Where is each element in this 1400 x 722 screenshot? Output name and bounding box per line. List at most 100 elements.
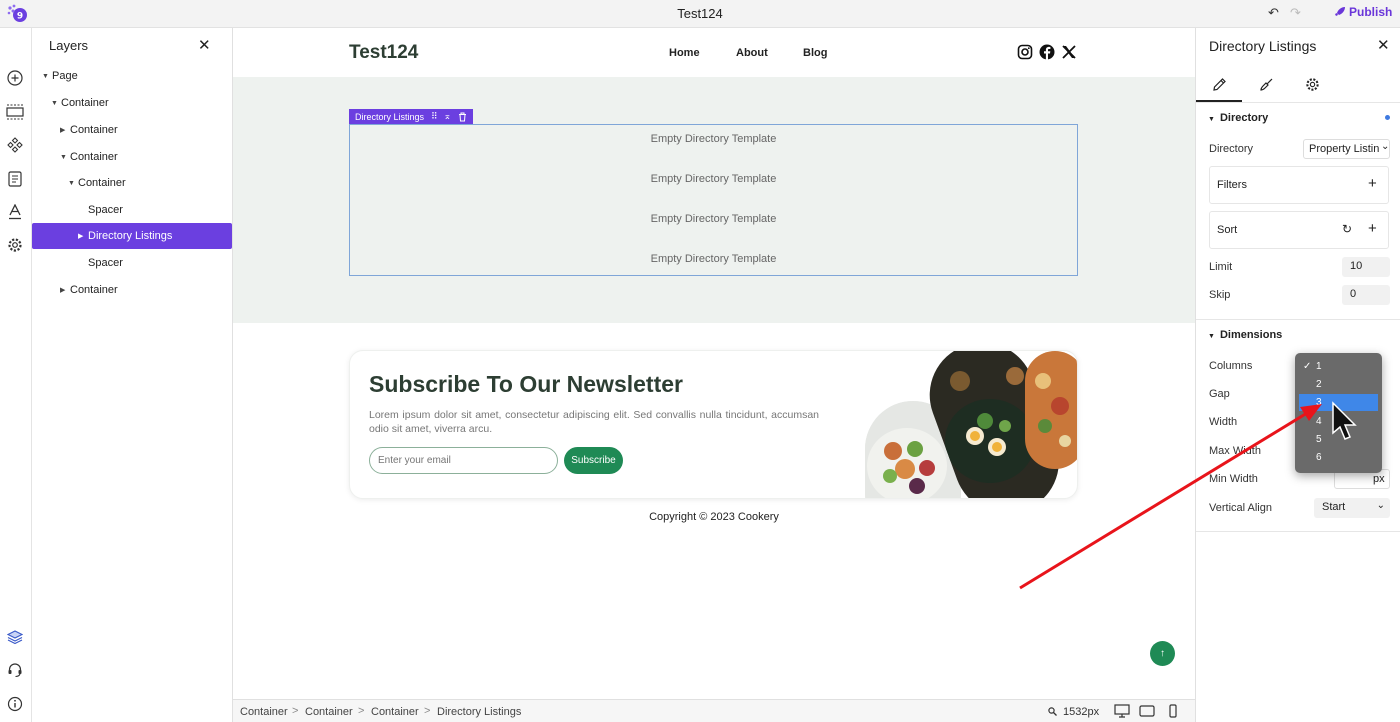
option-label: 5: [1316, 434, 1322, 445]
layer-container[interactable]: ▶ Container: [60, 117, 232, 143]
tab-edit[interactable]: [1209, 74, 1229, 94]
nav-blog[interactable]: Blog: [803, 47, 827, 59]
layer-container[interactable]: ▼ Container: [60, 144, 232, 170]
vertical-align-select[interactable]: Start ⌄: [1314, 498, 1390, 518]
subscribe-button[interactable]: Subscribe: [564, 447, 623, 474]
vertical-align-value: Start: [1322, 501, 1346, 513]
layer-label: Spacer: [88, 257, 123, 269]
selected-element-label[interactable]: Directory Listings ⠿ ⌅: [349, 109, 474, 124]
chevron-down-icon[interactable]: ▼: [60, 154, 70, 161]
gap-label: Gap: [1209, 388, 1230, 400]
redo-icon[interactable]: ↷: [1290, 5, 1301, 21]
width-label: Width: [1209, 416, 1238, 428]
mobile-icon[interactable]: [1165, 704, 1181, 718]
editor-canvas[interactable]: Test124 Home About Blog Directory Listin…: [233, 28, 1195, 697]
status-bar: Container > Container > Container > Dire…: [233, 699, 1195, 722]
section-icon[interactable]: [5, 102, 25, 122]
x-icon[interactable]: [1061, 44, 1077, 60]
undo-icon[interactable]: ↶: [1268, 5, 1279, 21]
layer-container[interactable]: ▼ Container: [51, 90, 232, 116]
directory-select[interactable]: Property Listin: [1303, 139, 1390, 159]
nav-home[interactable]: Home: [669, 47, 700, 59]
columns-option[interactable]: 4: [1299, 413, 1378, 430]
layers-title: Layers: [49, 38, 89, 53]
breadcrumb-item[interactable]: Directory Listings: [437, 706, 521, 718]
email-input[interactable]: [369, 447, 558, 474]
layers-icon[interactable]: [5, 627, 25, 647]
filters-label: Filters: [1217, 179, 1247, 191]
divider: [1196, 531, 1400, 532]
layer-page[interactable]: ▼ Page: [42, 63, 232, 89]
layer-label: Container: [78, 177, 126, 189]
publish-button[interactable]: Publish: [1334, 5, 1392, 19]
skip-input[interactable]: 0: [1342, 285, 1390, 305]
columns-option[interactable]: 5: [1299, 431, 1378, 448]
tab-settings[interactable]: [1302, 74, 1322, 94]
columns-option[interactable]: 2: [1299, 376, 1378, 393]
layer-directory-listings[interactable]: ▶ Directory Listings: [32, 223, 232, 249]
columns-option[interactable]: 6: [1299, 449, 1378, 466]
layer-label: Container: [70, 284, 118, 296]
directory-listings-block[interactable]: Empty Directory Template Empty Directory…: [349, 124, 1078, 276]
chevron-down-icon[interactable]: ▼: [51, 100, 61, 107]
layer-spacer[interactable]: Spacer: [78, 250, 232, 276]
left-rail: [0, 28, 32, 722]
columns-option-highlighted[interactable]: 3: [1299, 394, 1378, 411]
scroll-to-top-button[interactable]: ↑: [1150, 641, 1175, 666]
document-title: Test124: [677, 6, 723, 21]
option-label: 1: [1316, 361, 1322, 372]
copyright-text: Copyright © 2023 Cookery: [649, 511, 779, 523]
publish-label: Publish: [1349, 5, 1393, 19]
section-dimensions[interactable]: ▼ Dimensions: [1208, 329, 1282, 341]
tablet-icon[interactable]: [1139, 704, 1155, 718]
chevron-right-icon[interactable]: ▶: [60, 286, 70, 294]
delete-icon[interactable]: [458, 112, 467, 122]
chevron-down-icon[interactable]: ▼: [42, 73, 52, 80]
columns-dropdown[interactable]: ✓ 1 2 3 4 5 6: [1295, 353, 1382, 473]
max-width-label: Max Width: [1209, 445, 1261, 457]
sort-card[interactable]: Sort ↻ +: [1209, 211, 1389, 249]
tab-style[interactable]: [1256, 74, 1276, 94]
layers-panel: Layers ✕ ▼ Page ▼ Container ▶ Container …: [32, 28, 233, 722]
chevron-right-icon[interactable]: ▶: [78, 232, 88, 240]
section-title: Dimensions: [1219, 329, 1283, 341]
breadcrumb-item[interactable]: Container: [371, 706, 419, 718]
food-images: [865, 351, 1077, 498]
pages-icon[interactable]: [5, 169, 25, 189]
breadcrumb-item[interactable]: Container: [240, 706, 288, 718]
layer-container[interactable]: ▼ Container: [68, 170, 232, 196]
chevron-right-icon[interactable]: ▶: [60, 126, 70, 134]
layer-label: Spacer: [88, 204, 123, 216]
close-icon[interactable]: ✕: [1377, 36, 1390, 54]
components-icon[interactable]: [5, 135, 25, 155]
drag-handle-icon[interactable]: ⠿: [431, 111, 438, 122]
desktop-icon[interactable]: [1114, 704, 1130, 718]
select-parent-icon[interactable]: ⌅: [444, 111, 452, 122]
info-icon[interactable]: [5, 694, 25, 714]
chevron-down-icon[interactable]: ▼: [68, 180, 78, 187]
pencil-icon: [1212, 77, 1226, 91]
layer-spacer[interactable]: Spacer: [78, 197, 232, 223]
breadcrumb-item[interactable]: Container: [305, 706, 353, 718]
support-icon[interactable]: [5, 660, 25, 680]
search-icon: [1048, 707, 1057, 716]
settings-icon[interactable]: [5, 235, 25, 255]
add-icon[interactable]: [5, 68, 25, 88]
min-width-label: Min Width: [1209, 473, 1258, 485]
add-sort-icon[interactable]: +: [1368, 220, 1377, 237]
newsletter-card: Subscribe To Our Newsletter Lorem ipsum …: [349, 350, 1078, 499]
section-directory[interactable]: ▼ Directory: [1208, 112, 1268, 124]
nav-about[interactable]: About: [736, 47, 768, 59]
close-icon[interactable]: ✕: [198, 36, 211, 54]
limit-input[interactable]: 10: [1342, 257, 1390, 277]
add-filter-icon[interactable]: +: [1368, 175, 1377, 192]
canvas-width[interactable]: 1532px: [1063, 706, 1099, 718]
instagram-icon[interactable]: [1017, 44, 1033, 60]
refresh-icon[interactable]: ↻: [1342, 222, 1352, 236]
typography-icon[interactable]: [5, 202, 25, 222]
facebook-icon[interactable]: [1039, 44, 1055, 60]
layer-container[interactable]: ▶ Container: [60, 277, 232, 303]
site-brand[interactable]: Test124: [349, 42, 418, 64]
columns-option[interactable]: ✓ 1: [1299, 358, 1378, 375]
filters-card[interactable]: Filters +: [1209, 166, 1389, 204]
